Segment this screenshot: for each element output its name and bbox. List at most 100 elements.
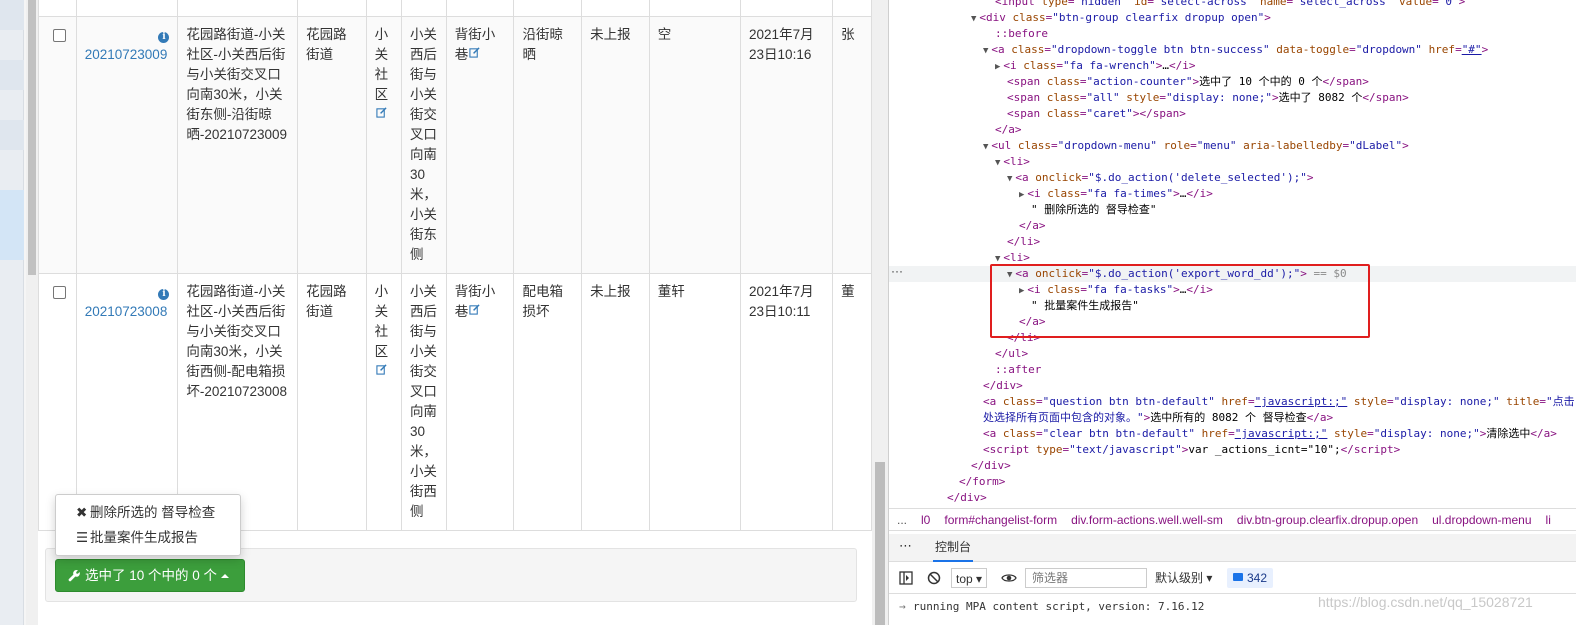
address-cell: 小关西后街与小关街交叉口向南30米，小关街东侧 [400, 15, 447, 274]
dom-node-line[interactable]: ▼ <li> [889, 154, 1030, 170]
area-cell: 背街小巷 [445, 15, 515, 274]
dom-node-line[interactable]: ▼ <a onclick="$.do_action('delete_selecte… [889, 170, 1313, 186]
breadcrumb-item[interactable]: ul.dropdown-menu [1432, 513, 1531, 527]
console-toolbar: top ▾ 筛选器 默认级别 ▾ 342 [889, 562, 1576, 594]
dom-node-line[interactable]: <a class="clear btn btn-default" href="j… [889, 426, 1557, 442]
action-counter: 选中了 10 个中的 0 个 [85, 568, 218, 583]
dom-node-line[interactable]: " 删除所选的 督导检查" [889, 202, 1157, 218]
dom-node-line[interactable]: ::before [889, 26, 1048, 42]
eye-icon[interactable] [1001, 571, 1017, 585]
street-cell: 花园路街道 [297, 15, 367, 274]
console-filter-input[interactable]: 筛选器 [1025, 568, 1147, 588]
dom-node-line[interactable]: ▶ <i class="fa fa-wrench">…</i> [889, 58, 1196, 74]
edit-icon[interactable] [376, 106, 387, 118]
context-value: top [956, 572, 973, 586]
category-cell: 配电箱损坏 [513, 272, 583, 531]
dom-node-line[interactable]: ::after [889, 362, 1041, 378]
community-cell: 小关社区 [365, 272, 402, 531]
table-scrollbar-thumb[interactable] [875, 462, 885, 625]
dom-node-line[interactable]: 处选择所有页面中包含的对象。">选中所有的 8082 个 督导检查</a> [889, 410, 1333, 426]
dom-node-line[interactable]: <script type="text/javascript">var _acti… [889, 442, 1400, 458]
breadcrumb-item[interactable]: div.btn-group.clearfix.dropup.open [1237, 513, 1418, 527]
results-table: i 20210723009 花园路街道-小关社区-小关西后街与小关街交叉口向南3… [38, 0, 872, 531]
breadcrumb-item[interactable]: li [1546, 513, 1551, 527]
message-arrow-icon: → [899, 600, 906, 613]
location-cell: 花园路街道-小关社区-小关西后街与小关街交叉口向南30米，小关街东侧-沿街晾晒-… [177, 15, 299, 274]
dom-breadcrumb[interactable]: ... l0 form#changelist-form div.form-action… [889, 508, 1576, 531]
status-cell: 未上报 [581, 15, 650, 274]
elements-tree[interactable]: <input type="hidden" id="select-across" … [889, 0, 1576, 505]
dom-node-line[interactable]: </div> [889, 490, 987, 506]
handler-cell: 董轩 [648, 272, 742, 531]
status-cell: 未上报 [581, 272, 650, 531]
dom-node-line[interactable]: <input type="hidden" id="select-across" … [889, 0, 1465, 10]
dom-node-line[interactable]: ▼ <a class="dropdown-toggle btn btn-succe… [889, 42, 1488, 58]
info-icon[interactable]: i [158, 288, 170, 300]
left-sidebar-strip [0, 0, 24, 625]
row-checkbox[interactable] [53, 285, 66, 299]
dom-node-line[interactable]: </a> [889, 218, 1046, 234]
actions-dropdown-menu: ✖ 删除所选的 督导检查 ☰ 批量案件生成报告 [55, 494, 241, 556]
dom-node-line[interactable]: <span class="action-counter">选中了 10 个中的 … [889, 74, 1369, 90]
message-count-badge[interactable]: 342 [1227, 568, 1274, 588]
drawer-more-tabs-icon[interactable]: ⋯ [899, 538, 912, 554]
drawer-tabbar: ⋯ 控制台 [889, 534, 1576, 562]
menu-item-export-report[interactable]: ☰ 批量案件生成报告 [56, 525, 240, 550]
menu-item-delete-selected[interactable]: ✖ 删除所选的 督导检查 [56, 500, 240, 525]
street-cell: 花园路街道 [297, 272, 367, 531]
dom-node-line[interactable]: </ul> [889, 346, 1028, 362]
table-row[interactable]: i 20210723008 花园路街道-小关社区-小关西后街与小关街交叉口向南3… [38, 272, 872, 531]
breadcrumb-item[interactable]: ... [897, 513, 907, 527]
dom-node-line[interactable]: ▼ <ul class="dropdown-menu" role="menu" a… [889, 138, 1409, 154]
dom-node-line[interactable]: <span class="all" style="display: none;"… [889, 90, 1409, 106]
dom-node-line[interactable]: </div> [889, 458, 1011, 474]
web-app-pane: i 20210723009 花园路街道-小关社区-小关西后街与小关街交叉口向南3… [0, 0, 888, 625]
extra-cell: 张 [832, 15, 872, 274]
clear-console-icon[interactable] [927, 571, 941, 585]
location-cell: 花园路街道-小关社区-小关西后街与小关街交叉口向南30米，小关街西侧-配电箱损坏… [177, 272, 299, 531]
menu-item-label: 删除所选的 督导检查 [90, 505, 216, 520]
actions-dropdown-button[interactable]: 选中了 10 个中的 0 个 [55, 559, 245, 592]
dom-node-line[interactable]: </form> [889, 474, 1005, 490]
table-row-top-cap [38, 0, 872, 17]
dom-node-line[interactable]: </div> [889, 378, 1023, 394]
info-icon[interactable]: i [158, 31, 170, 43]
time-cell: 2021年7月23日10:11 [740, 272, 834, 531]
dom-node-line[interactable]: ▼ <div class="btn-group clearfix dropup o… [889, 10, 1271, 26]
breadcrumb-item[interactable]: l0 [921, 513, 930, 527]
edit-icon[interactable] [469, 303, 480, 315]
breadcrumb-item[interactable]: form#changelist-form [944, 513, 1057, 527]
dom-node-line[interactable]: </li> [889, 234, 1040, 250]
highlight-annotation-box [990, 264, 1370, 338]
page-scrollbar[interactable] [26, 0, 38, 625]
dom-node-line[interactable]: <a class="question btn btn-default" href… [889, 394, 1575, 410]
address-cell: 小关西后街与小关街交叉口向南30米，小关街西侧 [400, 272, 447, 531]
table-scrollbar[interactable] [872, 0, 888, 625]
log-level-value: 默认级别 [1155, 571, 1204, 585]
caret-up-icon [221, 574, 230, 579]
dom-node-line[interactable]: ▶ <i class="fa fa-times">…</i> [889, 186, 1213, 202]
context-selector[interactable]: top ▾ [951, 568, 988, 588]
more-options-dots[interactable]: ··· [891, 264, 903, 278]
case-id-link[interactable]: 20210723008 [85, 302, 170, 322]
console-message-text: running MPA content script, version: 7.1… [913, 600, 1205, 613]
dom-node-line[interactable]: <span class="caret"></span> [889, 106, 1186, 122]
watermark: https://blog.csdn.net/qq_15028721 [1318, 594, 1533, 610]
community-text: 小关社区 [374, 283, 389, 359]
dom-node-line[interactable]: </a> [889, 122, 1022, 138]
log-level-selector[interactable]: 默认级别 ▾ [1155, 568, 1212, 588]
table-row[interactable]: i 20210723009 花园路街道-小关社区-小关西后街与小关街交叉口向南3… [38, 15, 872, 274]
category-cell: 沿街晾晒 [513, 15, 583, 274]
breadcrumb-item[interactable]: div.form-actions.well.well-sm [1071, 513, 1223, 527]
wrench-icon [68, 570, 80, 582]
tab-console[interactable]: 控制台 [933, 534, 974, 562]
area-cell: 背街小巷 [445, 272, 515, 531]
time-cell: 2021年7月23日10:16 [740, 15, 834, 274]
edit-icon[interactable] [469, 46, 480, 58]
menu-item-label: 批量案件生成报告 [90, 530, 198, 545]
row-checkbox[interactable] [53, 28, 66, 42]
page-scrollbar-thumb[interactable] [28, 0, 36, 275]
edit-icon[interactable] [376, 363, 387, 375]
case-id-link[interactable]: 20210723009 [85, 45, 170, 65]
sidebar-toggle-icon[interactable] [899, 571, 913, 585]
